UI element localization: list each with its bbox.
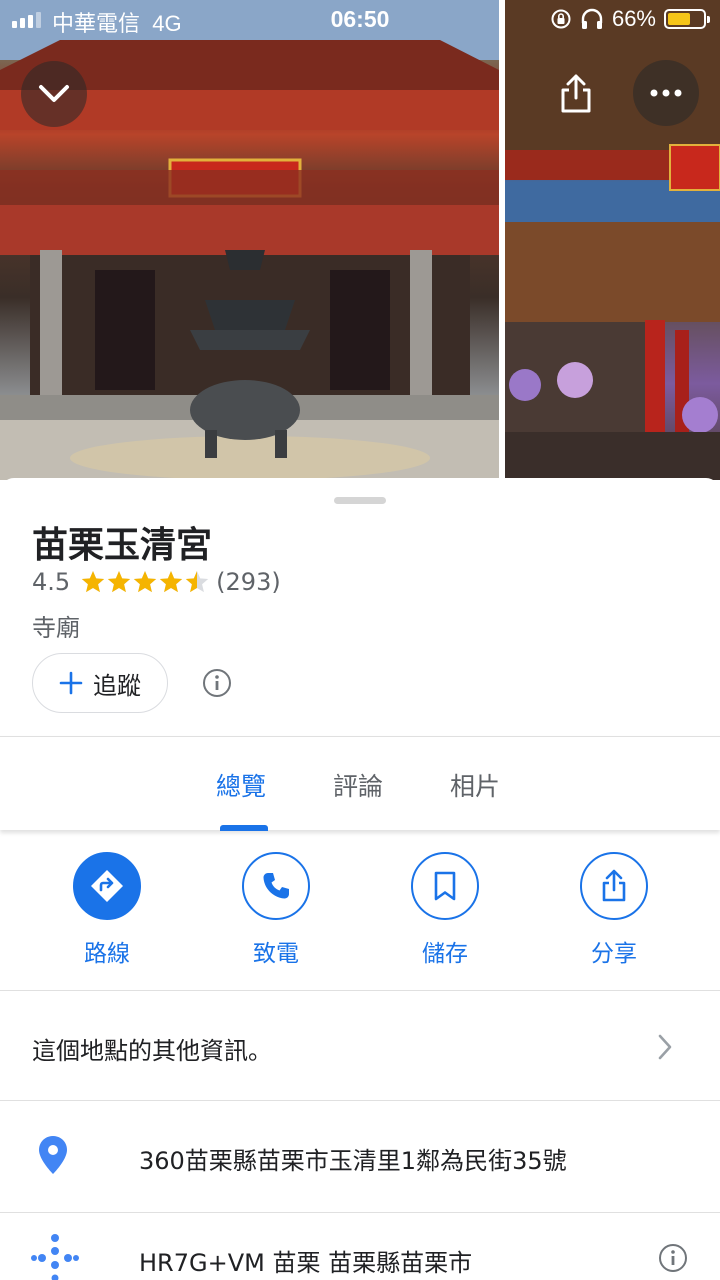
follow-button[interactable]: 追蹤 xyxy=(32,653,168,713)
rating-value: 4.5 xyxy=(32,568,71,596)
plus-code-row[interactable]: HR7G+VM 苗栗 苗栗縣苗栗市 xyxy=(0,1212,720,1280)
collapse-button[interactable] xyxy=(21,61,87,127)
headphones-icon xyxy=(581,8,603,29)
directions-circle[interactable] xyxy=(73,852,141,920)
star-icon xyxy=(134,570,157,593)
star-icon xyxy=(82,570,105,593)
more-info-label: 這個地點的其他資訊。 xyxy=(32,1037,272,1065)
directions-icon xyxy=(91,870,123,902)
save-button[interactable]: 儲存 xyxy=(390,852,500,968)
bookmark-icon xyxy=(434,871,456,901)
plus-code-info-icon[interactable] xyxy=(658,1243,688,1273)
tab-bar: 總覽 評論 相片 xyxy=(0,736,720,831)
status-right: 66% xyxy=(550,6,710,32)
tab-reviews[interactable]: 評論 xyxy=(333,767,383,803)
chevron-down-icon xyxy=(39,85,69,102)
tab-overview[interactable]: 總覽 xyxy=(216,767,266,803)
place-sheet: 苗栗玉清宮 4.5 (293) 寺廟 追蹤 總覽 評論 相片 路線 致電 儲存 … xyxy=(0,478,720,1280)
call-circle[interactable] xyxy=(242,852,310,920)
address-row[interactable]: 360苗栗縣苗栗市玉清里1鄰為民街35號 xyxy=(0,1100,720,1212)
drag-handle[interactable] xyxy=(334,497,386,504)
save-label: 儲存 xyxy=(422,941,468,967)
battery-fill xyxy=(668,13,691,25)
call-label: 致電 xyxy=(253,941,299,967)
star-icon xyxy=(160,570,183,593)
phone-icon xyxy=(263,873,289,899)
rating-row[interactable]: 4.5 (293) xyxy=(32,568,281,596)
active-tab-indicator xyxy=(220,825,268,831)
place-category: 寺廟 xyxy=(32,614,80,642)
share-icon xyxy=(602,869,626,902)
action-buttons: 路線 致電 儲存 分享 xyxy=(0,852,720,990)
star-icon xyxy=(186,570,209,593)
directions-button[interactable]: 路線 xyxy=(52,852,162,968)
call-button[interactable]: 致電 xyxy=(221,852,331,968)
star-icon xyxy=(108,570,131,593)
save-circle[interactable] xyxy=(411,852,479,920)
info-icon[interactable] xyxy=(202,668,232,698)
star-rating xyxy=(80,569,210,595)
share-circle[interactable] xyxy=(580,852,648,920)
follow-label: 追蹤 xyxy=(93,671,141,700)
rotation-lock-icon xyxy=(551,9,571,29)
place-name: 苗栗玉清宮 xyxy=(32,525,213,566)
directions-label: 路線 xyxy=(84,941,130,967)
battery-icon xyxy=(664,9,710,29)
plus-icon xyxy=(59,671,83,695)
status-bar: 中華電信 4G 06:50 66% xyxy=(0,0,720,40)
plus-code-icon xyxy=(31,1234,79,1280)
more-options-button[interactable] xyxy=(633,60,699,126)
address-text: 360苗栗縣苗栗市玉清里1鄰為民街35號 xyxy=(139,1147,567,1175)
plus-code-text: HR7G+VM 苗栗 苗栗縣苗栗市 xyxy=(139,1249,473,1277)
tab-photos[interactable]: 相片 xyxy=(450,767,500,803)
location-pin-icon xyxy=(39,1136,67,1174)
more-icon xyxy=(650,89,682,97)
header-share-button[interactable] xyxy=(543,61,609,127)
share-label: 分享 xyxy=(591,941,637,967)
share-button[interactable]: 分享 xyxy=(559,852,669,968)
battery-percent: 66% xyxy=(611,6,656,31)
review-count: (293) xyxy=(216,568,281,596)
chevron-right-icon xyxy=(658,1034,672,1060)
more-info-row[interactable]: 這個地點的其他資訊。 xyxy=(0,990,720,1100)
photo-gallery[interactable] xyxy=(0,0,720,480)
share-icon xyxy=(561,74,591,113)
